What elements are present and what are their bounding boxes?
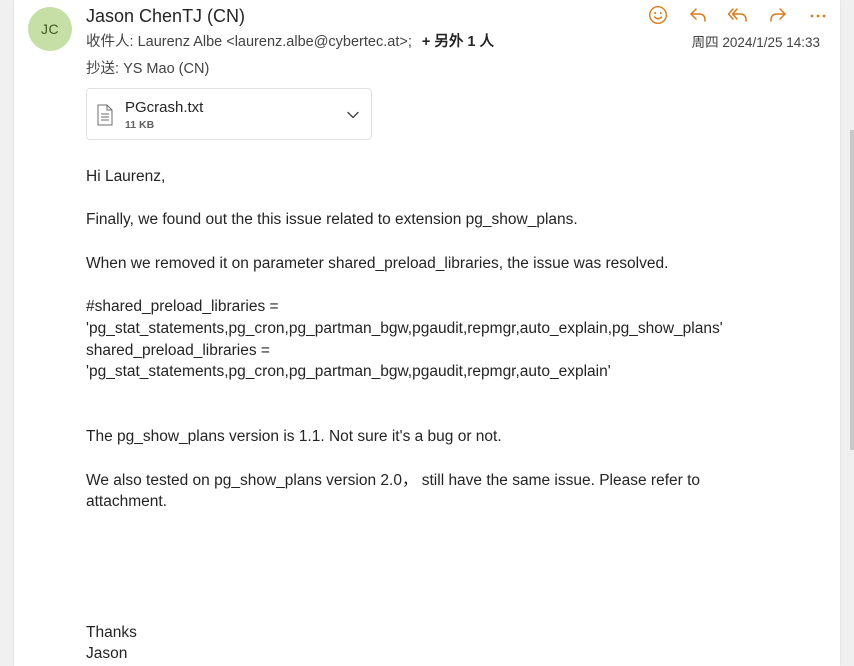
cc-label: 抄送: bbox=[86, 61, 120, 77]
chevron-down-icon[interactable] bbox=[345, 107, 361, 128]
more-actions-button[interactable] bbox=[798, 3, 838, 27]
to-line: 收件人: Laurenz Albe <laurenz.albe@cybertec… bbox=[86, 30, 494, 51]
message-actions bbox=[638, 3, 838, 27]
attachment-size: 11 KB bbox=[125, 119, 155, 131]
avatar[interactable]: JC bbox=[28, 7, 72, 51]
body-paragraph: We also tested on pg_show_plans version … bbox=[86, 471, 701, 489]
scrollbar[interactable] bbox=[850, 130, 854, 450]
more-icon bbox=[808, 5, 828, 25]
closing: Thanks bbox=[86, 623, 137, 641]
greeting: Hi Laurenz, bbox=[86, 168, 166, 185]
cc-recipient[interactable]: YS Mao (CN) bbox=[123, 61, 209, 77]
body-paragraph: When we removed it on parameter shared_p… bbox=[86, 254, 669, 272]
cc-line: 抄送: YS Mao (CN) bbox=[86, 57, 209, 78]
message-body: Hi Laurenz, Finally, we found out the th… bbox=[86, 166, 806, 665]
reply-all-button[interactable] bbox=[718, 3, 758, 27]
config-line: #shared_preload_libraries = bbox=[86, 298, 279, 316]
emoji-icon bbox=[648, 5, 668, 25]
forward-icon bbox=[768, 5, 788, 25]
sender-name[interactable]: Jason ChenTJ (CN) bbox=[86, 6, 245, 27]
attachment-name: PGcrash.txt bbox=[125, 99, 204, 116]
reply-all-icon bbox=[727, 5, 749, 25]
signature: Jason bbox=[86, 645, 128, 663]
text-file-icon bbox=[96, 104, 114, 131]
body-paragraph: Finally, we found out the this issue rel… bbox=[86, 211, 578, 229]
attachment-card[interactable]: PGcrash.txt 11 KB bbox=[86, 88, 372, 140]
config-line: 'pg_stat_statements,pg_cron,pg_partman_b… bbox=[86, 319, 723, 337]
to-recipient[interactable]: Laurenz Albe <laurenz.albe@cybertec.at>; bbox=[138, 34, 412, 50]
sent-datetime: 周四 2024/1/25 14:33 bbox=[691, 35, 820, 50]
body-paragraph: The pg_show_plans version is 1.1. Not su… bbox=[86, 428, 502, 446]
emoji-button[interactable] bbox=[638, 3, 678, 27]
reply-icon bbox=[688, 5, 708, 25]
forward-button[interactable] bbox=[758, 3, 798, 27]
config-line: shared_preload_libraries = bbox=[86, 341, 270, 359]
reply-button[interactable] bbox=[678, 3, 718, 27]
config-line: 'pg_stat_statements,pg_cron,pg_partman_b… bbox=[86, 363, 611, 381]
avatar-initials: JC bbox=[40, 21, 60, 37]
more-recipients-button[interactable]: + 另外 1 人 bbox=[422, 34, 494, 50]
to-label: 收件人: bbox=[86, 34, 134, 50]
body-paragraph: attachment. bbox=[86, 493, 167, 511]
